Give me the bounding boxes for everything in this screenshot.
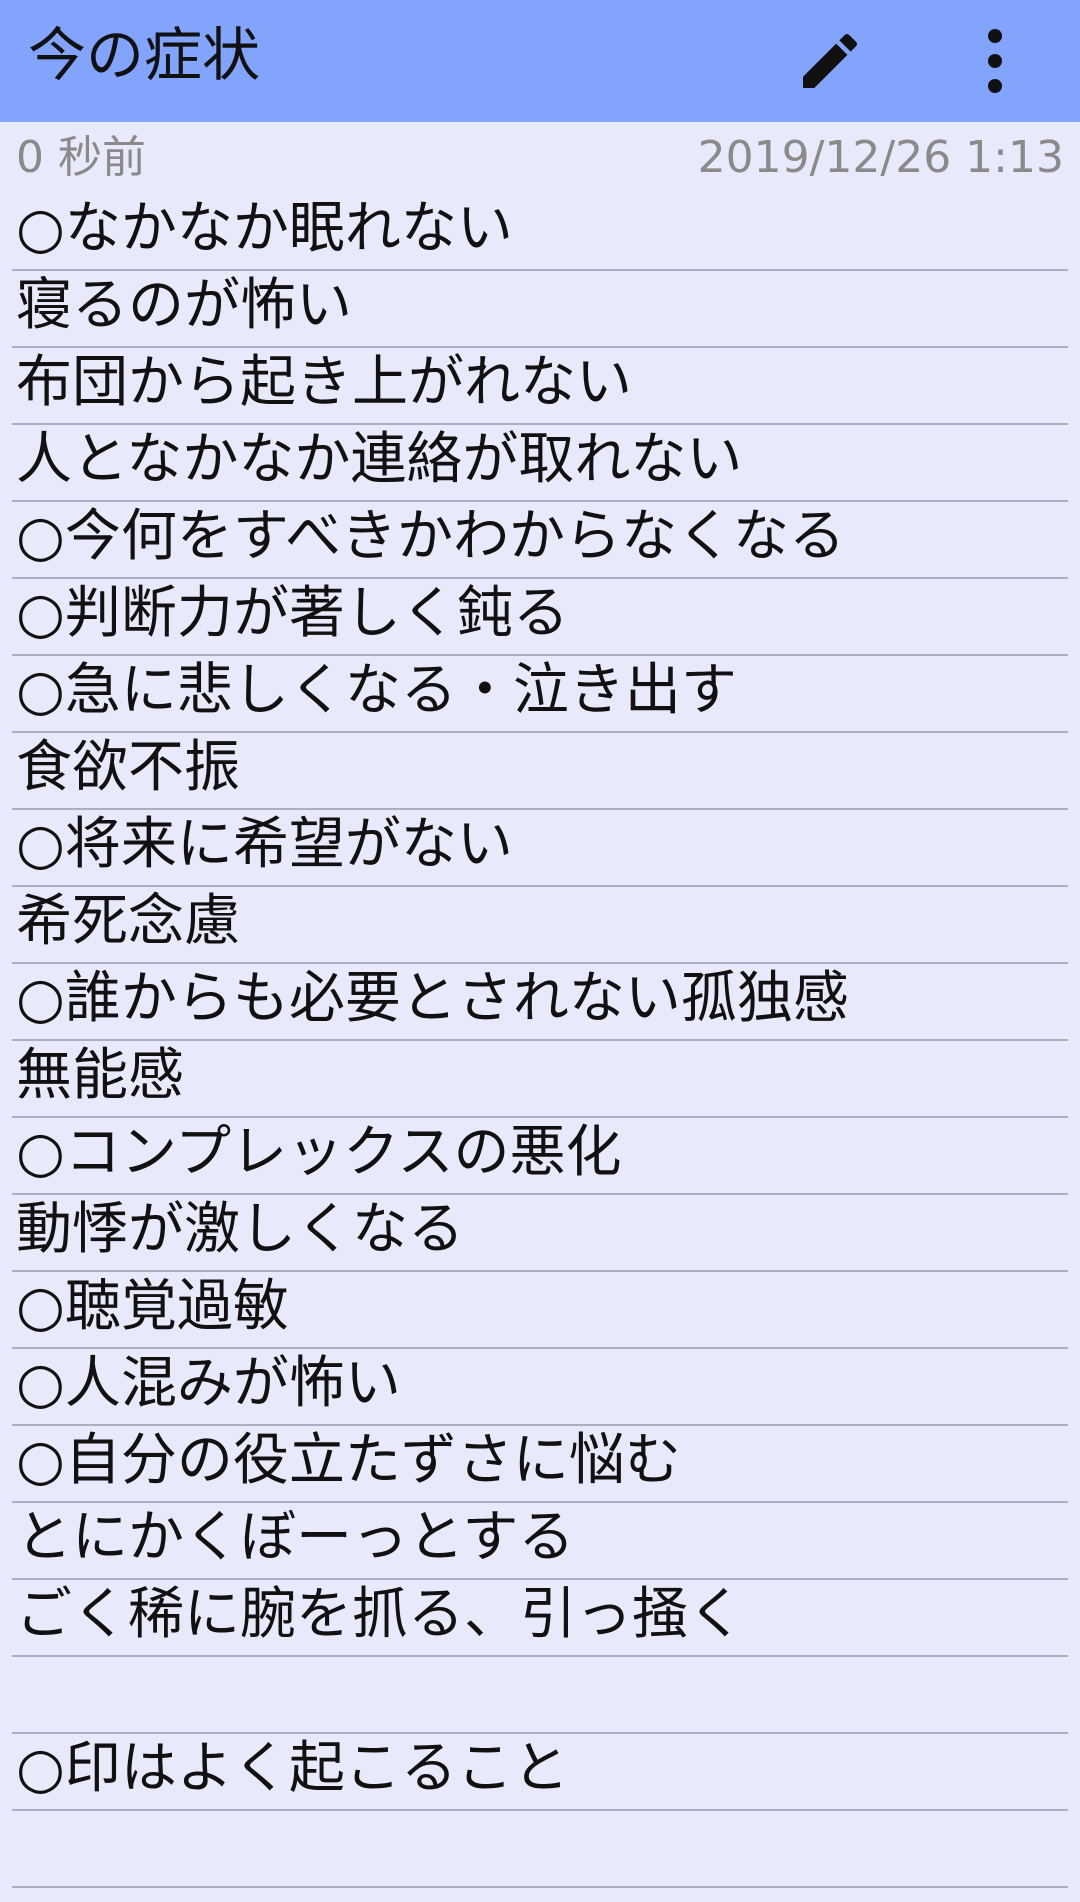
note-datetime: 2019/12/26 1:13 (697, 132, 1064, 183)
note-line: ○誰からも必要とされない孤独感 (12, 964, 1068, 1041)
note-line: 食欲不振 (12, 733, 1068, 810)
note-line: ○印はよく起こること (12, 1734, 1068, 1811)
note-line: ○今何をすべきかわからなくなる (12, 502, 1068, 579)
note-line: ○判断力が著しく鈍る (12, 579, 1068, 656)
note-line: ごく稀に腕を抓る、引っ掻く (12, 1580, 1068, 1657)
app-bar: 今の症状 (0, 0, 1080, 122)
note-line: ○コンプレックスの悪化 (12, 1118, 1068, 1195)
note-line: とにかくぼーっとする (12, 1503, 1068, 1580)
note-meta: 0 秒前 2019/12/26 1:13 (0, 122, 1080, 194)
note-line: 人となかなか連絡が取れない (12, 425, 1068, 502)
page-title: 今の症状 (28, 21, 261, 89)
note-line: ○なかなか眠れない (12, 194, 1068, 271)
note-line (12, 1811, 1068, 1888)
note-line: ○将来に希望がない (12, 810, 1068, 887)
note-line: ○急に悲しくなる・泣き出す (12, 656, 1068, 733)
more-vertical-icon (988, 29, 1002, 93)
note-line: 希死念慮 (12, 887, 1068, 964)
pencil-icon (803, 33, 858, 88)
note-line: ○人混みが怖い (12, 1349, 1068, 1426)
note-line: ○聴覚過敏 (12, 1272, 1068, 1349)
note-line: 無能感 (12, 1041, 1068, 1118)
note-line: 動悸が激しくなる (12, 1195, 1068, 1272)
note-line: 布団から起き上がれない (12, 348, 1068, 425)
note-line: ○自分の役立たずさに悩む (12, 1426, 1068, 1503)
note-line: 寝るのが怖い (12, 271, 1068, 348)
relative-time: 0 秒前 (16, 132, 146, 183)
edit-button[interactable] (780, 11, 880, 111)
note-body[interactable]: ○なかなか眠れない 寝るのが怖い 布団から起き上がれない 人となかなか連絡が取れ… (0, 194, 1080, 1888)
note-line (12, 1657, 1068, 1734)
more-options-button[interactable] (960, 11, 1030, 111)
